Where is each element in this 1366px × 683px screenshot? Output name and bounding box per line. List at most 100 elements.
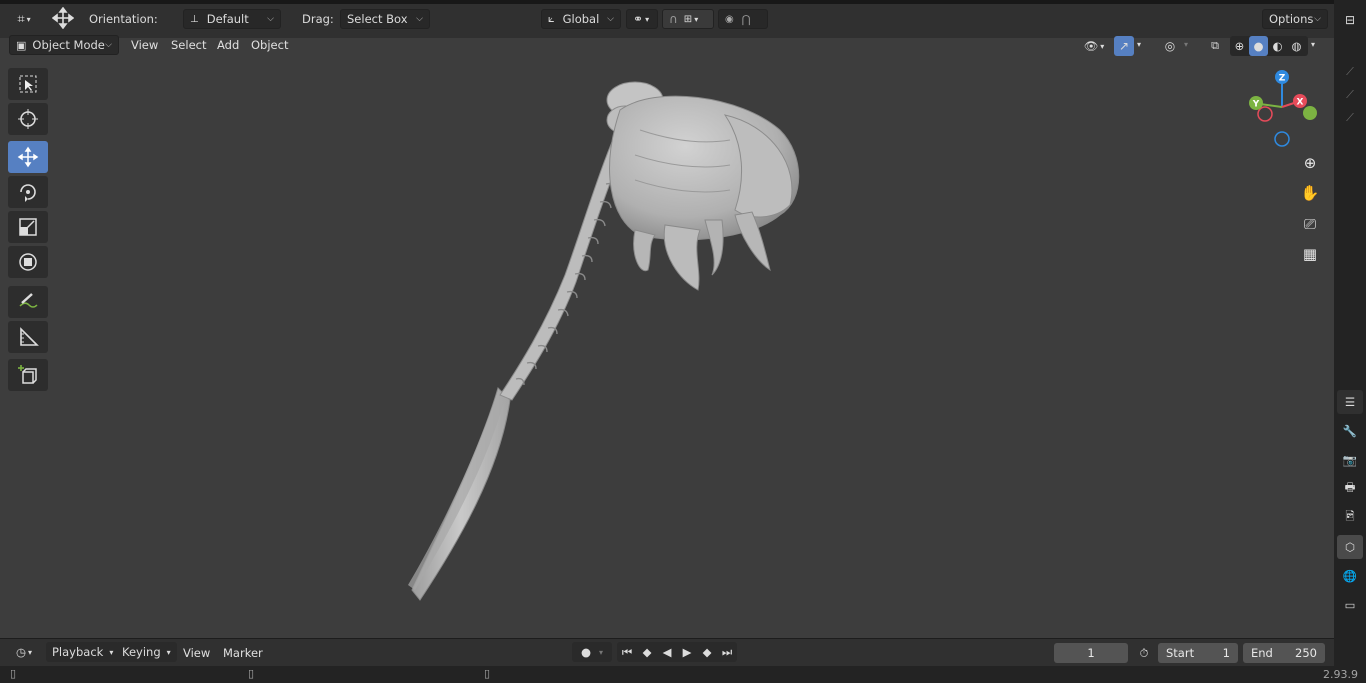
hair-mesh-object[interactable] <box>380 70 820 615</box>
orientation-icon: ⊥ <box>190 13 199 25</box>
visibility-dropdown[interactable]: 👁 ▾ <box>1078 36 1110 56</box>
gizmo-x-label: X <box>1297 98 1304 108</box>
mouse-left-icon: ▯ <box>10 667 17 680</box>
start-frame-field[interactable]: Start 1 <box>1158 643 1238 663</box>
scene-icon: ⬡ <box>1344 540 1356 554</box>
drag-dropdown[interactable]: Select Box ⌵ <box>340 9 430 29</box>
blender-window: ⌗ ▾ Orientation: ⊥ Default ⌵ Drag: Select… <box>0 0 1366 683</box>
gizmo-toggle[interactable]: ↗ <box>1114 36 1134 56</box>
tab-render[interactable]: 📷 <box>1337 448 1363 472</box>
solid-shading-button[interactable]: ● <box>1249 36 1268 56</box>
gizmo-icon: ↗ <box>1118 39 1130 53</box>
menu-playback-label: Playback <box>52 645 104 659</box>
tab-scene[interactable]: ⬡ <box>1337 535 1363 559</box>
timeline-keying-menu[interactable]: Keying ▾ <box>116 642 177 662</box>
add-cube-tool[interactable] <box>8 359 48 391</box>
start-label: Start <box>1166 646 1195 660</box>
prev-keyframe-button[interactable]: ◆ <box>637 642 657 662</box>
transform-axes-icon: ⟀ <box>548 12 555 25</box>
magnifier-plus-icon: ⊕ <box>1303 154 1317 172</box>
add-cube-icon <box>18 365 37 384</box>
chevron-down-icon[interactable]: ▾ <box>1311 40 1315 49</box>
jump-start-button[interactable]: ⏮ <box>617 642 637 662</box>
snap-magnet-icon: ∩ <box>669 12 678 26</box>
properties-editor-type[interactable]: ☰ <box>1337 390 1363 414</box>
annotate-tool[interactable] <box>8 286 48 318</box>
play-reverse-button[interactable]: ◀ <box>657 642 677 662</box>
navigation-gizmo[interactable]: Z Y X <box>1242 66 1322 148</box>
transform-orientation-dropdown[interactable]: ⟀ Global ⌵ <box>541 9 621 29</box>
measure-tool[interactable] <box>8 321 48 353</box>
orientation-label: Orientation: <box>89 12 158 26</box>
move-tool[interactable] <box>8 141 48 173</box>
chevron-down-icon: ⌵ <box>267 14 274 24</box>
material-shading-button[interactable]: ◐ <box>1268 36 1287 56</box>
transform-tool[interactable] <box>8 246 48 278</box>
menu-marker[interactable]: Marker <box>217 643 269 663</box>
camera-view-button[interactable]: ⎚ <box>1297 211 1323 237</box>
play-icon: ▶ <box>682 645 692 659</box>
move-tool-icon[interactable] <box>50 7 76 29</box>
snap-toggle[interactable]: ∩ ⊞ ▾ <box>662 9 714 29</box>
clock-icon: ◷ <box>15 645 27 659</box>
chevron-down-icon[interactable]: ▾ <box>1137 40 1141 49</box>
preview-range-toggle[interactable]: ⏱ <box>1134 643 1154 663</box>
wireframe-shading-button[interactable]: ⊕ <box>1230 36 1249 56</box>
menu-view[interactable]: View <box>125 35 164 55</box>
pin-icon: ⟋ <box>1346 65 1354 78</box>
rendered-shading-button[interactable]: ◍ <box>1287 36 1306 56</box>
proportional-edit-toggle[interactable]: ◉ ⋂ <box>718 9 768 29</box>
next-keyframe-button[interactable]: ◆ <box>697 642 717 662</box>
ruler-icon <box>20 327 39 346</box>
tab-collection[interactable]: ▭ <box>1337 593 1363 617</box>
select-box-tool[interactable] <box>8 68 48 100</box>
end-frame-field[interactable]: End 250 <box>1243 643 1325 663</box>
tab-view-layer[interactable]: 🖻 <box>1337 506 1363 530</box>
chevron-down-icon[interactable]: ▾ <box>1184 40 1188 49</box>
orientation-dropdown[interactable]: ⊥ Default ⌵ <box>183 9 281 29</box>
cursor-tool[interactable] <box>8 103 48 135</box>
auto-keying-toggle[interactable]: ● ▾ <box>572 642 612 662</box>
menu-object[interactable]: Object <box>245 35 294 55</box>
toolbar <box>8 68 50 394</box>
outliner-toggle[interactable]: ⊟ <box>1337 8 1363 32</box>
rotate-tool[interactable] <box>8 176 48 208</box>
overlays-icon: ◎ <box>1164 39 1176 53</box>
pivot-point-dropdown[interactable]: ⚭ ▾ <box>626 9 658 29</box>
playback-controls: ⏮ ◆ ◀ ▶ ◆ ⏭ <box>617 642 737 662</box>
overlays-toggle[interactable]: ◎ <box>1160 36 1180 56</box>
current-frame-field[interactable]: 1 <box>1054 643 1128 663</box>
falloff-curve-icon: ⋂ <box>741 12 751 26</box>
mode-dropdown[interactable]: ▣ Object Mode ⌵ <box>9 35 119 55</box>
zoom-view-button[interactable]: ⊕ <box>1297 150 1323 176</box>
tab-world[interactable]: 🌐 <box>1337 564 1363 588</box>
editor-type-button[interactable]: ⌗ ▾ <box>8 9 40 29</box>
sidebar-view-tab[interactable]: ⟋ <box>1337 83 1363 107</box>
move-icon <box>17 146 39 168</box>
pan-view-button[interactable]: ✋ <box>1297 180 1323 206</box>
grid-perspective-icon: ▦ <box>1302 245 1318 263</box>
printer-icon: 🖶 <box>1344 479 1356 494</box>
jump-end-button[interactable]: ⏭ <box>717 642 737 662</box>
next-keyframe-icon: ◆ <box>702 645 712 659</box>
tab-output[interactable]: 🖶 <box>1337 477 1363 501</box>
solid-sphere-icon: ● <box>1253 39 1264 53</box>
menu-add[interactable]: Add <box>211 35 245 55</box>
sidebar-tool-tab[interactable]: ⟋ <box>1337 60 1363 84</box>
menu-timeline-view[interactable]: View <box>177 643 216 663</box>
camera-back-icon: 📷 <box>1342 453 1358 467</box>
xray-toggle[interactable]: ⧉ <box>1205 36 1225 56</box>
prev-keyframe-icon: ◆ <box>642 645 652 659</box>
timeline-editor-type[interactable]: ◷ ▾ <box>8 642 40 662</box>
timeline-playback-menu[interactable]: Playback ▾ <box>46 642 120 662</box>
options-dropdown[interactable]: Options ⌵ <box>1262 9 1328 29</box>
transform-space-value: Global <box>562 12 600 26</box>
mouse-middle-icon: ▯ <box>248 667 255 680</box>
options-label: Options <box>1269 12 1314 26</box>
perspective-toggle-button[interactable]: ▦ <box>1297 241 1323 267</box>
tab-tool[interactable]: 🔧 <box>1337 419 1363 443</box>
sidebar-item-tab[interactable]: ⟋ <box>1337 106 1363 130</box>
play-button[interactable]: ▶ <box>677 642 697 662</box>
scale-tool[interactable] <box>8 211 48 243</box>
menu-select[interactable]: Select <box>165 35 212 55</box>
